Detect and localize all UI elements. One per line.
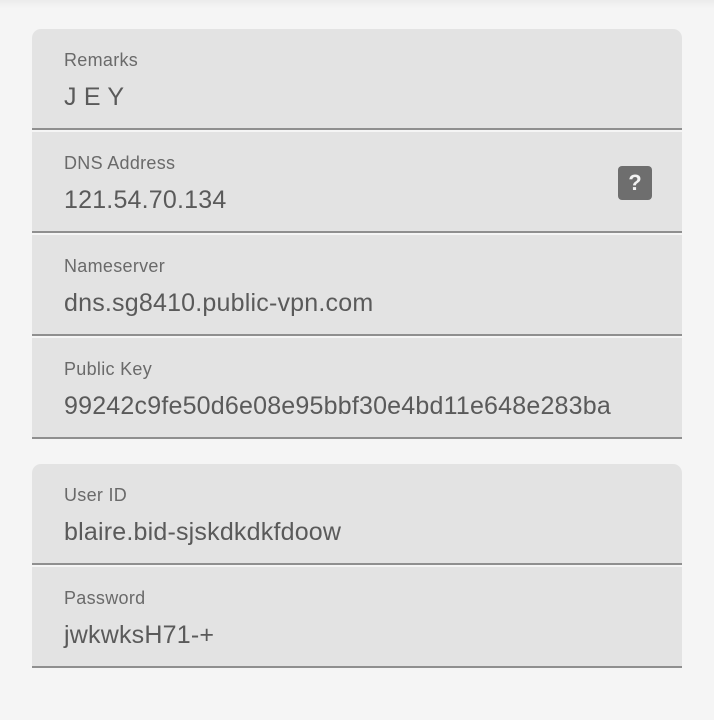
password-field[interactable]: Password jwkwksH71-+	[32, 567, 682, 668]
nameserver-label: Nameserver	[64, 256, 166, 276]
dns-address-field[interactable]: DNS Address 121.54.70.134 ?	[32, 132, 682, 233]
help-icon[interactable]: ?	[618, 166, 652, 200]
public-key-label: Public Key	[64, 359, 153, 379]
password-value[interactable]: jwkwksH71-+	[64, 621, 214, 650]
user-id-value[interactable]: blaire.bid-sjskdkdkfdoow	[64, 518, 341, 547]
account-settings-group: User ID blaire.bid-sjskdkdkfdoow Passwor…	[32, 464, 682, 670]
nameserver-value[interactable]: dns.sg8410.public-vpn.com	[64, 289, 373, 318]
dns-address-label: DNS Address	[64, 153, 176, 173]
server-settings-group: Remarks J E Y DNS Address 121.54.70.134 …	[32, 29, 682, 441]
user-id-field[interactable]: User ID blaire.bid-sjskdkdkfdoow	[32, 464, 682, 565]
remarks-value[interactable]: J E Y	[64, 83, 124, 112]
dns-address-value[interactable]: 121.54.70.134	[64, 186, 226, 215]
user-id-label: User ID	[64, 485, 128, 505]
public-key-field[interactable]: Public Key 99242c9fe50d6e08e95bbf30e4bd1…	[32, 338, 682, 439]
remarks-label: Remarks	[64, 50, 139, 70]
nameserver-field[interactable]: Nameserver dns.sg8410.public-vpn.com	[32, 235, 682, 336]
public-key-value[interactable]: 99242c9fe50d6e08e95bbf30e4bd11e648e283ba	[64, 392, 611, 421]
remarks-field[interactable]: Remarks J E Y	[32, 29, 682, 130]
password-label: Password	[64, 588, 146, 608]
top-edge	[0, 0, 714, 8]
